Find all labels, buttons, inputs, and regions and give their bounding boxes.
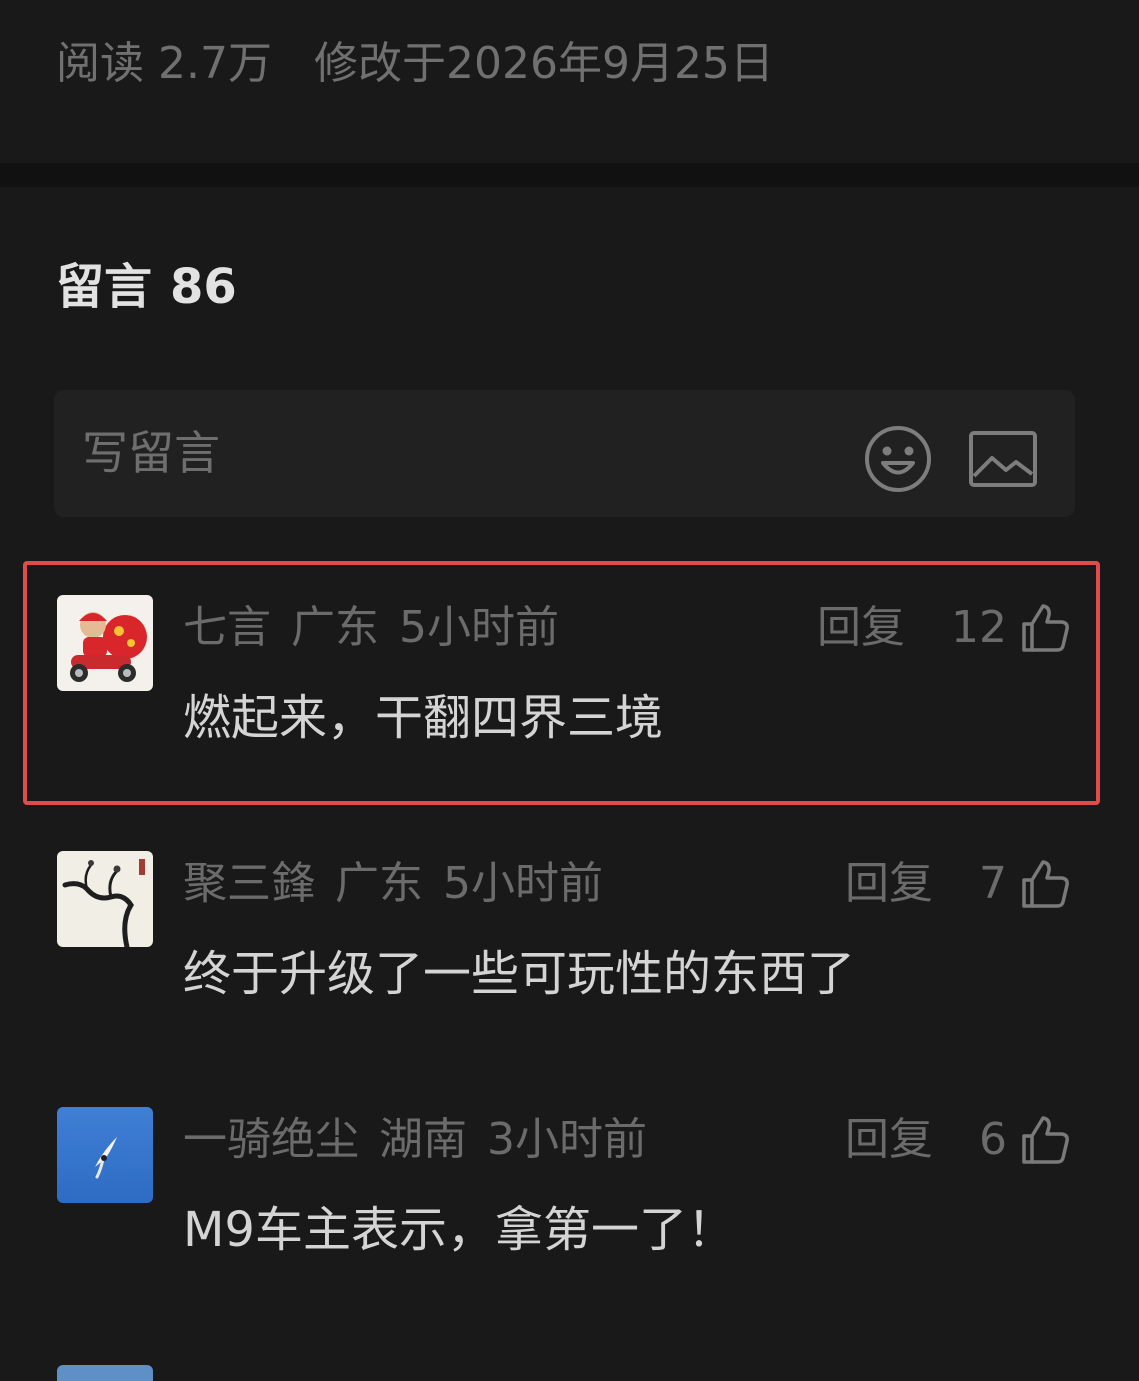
comment-time: 3小时前 [487,1114,647,1165]
comment-text: 燃起来，干翻四界三境 [183,690,664,746]
comment-item: 聚三鋒 广东 5小时前 回复 7 终于升级了一些可玩性的东西了 [0,851,1139,1091]
avatar[interactable] [57,1365,153,1381]
comment-meta: 聚三鋒 广东 5小时前 [183,853,623,915]
reply-button[interactable]: 回复 [817,597,905,659]
comments-header: 留言 86 [56,255,237,319]
read-count: 阅读 2.7万 [56,38,272,89]
comment-author[interactable]: 一骑绝尘 [183,1114,359,1165]
like-count: 7 [979,858,1007,909]
comment-location: 广东 [335,858,423,909]
image-icon[interactable] [968,430,1038,488]
comments-count: 86 [170,259,237,315]
comment-item: 七言 广东 5小时前 回复 12 燃起来，干翻四界三境 [0,595,1139,835]
comment-meta: 七言 广东 5小时前 [183,597,579,659]
article-meta: 阅读 2.7万 修改于2026年9月25日 [56,34,774,94]
comment-actions: 回复 6 [845,1109,1071,1171]
modified-date: 修改于2026年9月25日 [313,38,774,89]
comment-meta: 一骑绝尘 湖南 3小时前 [183,1109,667,1171]
write-comment-box[interactable]: 写留言 [54,390,1075,517]
like-count: 6 [979,1114,1007,1165]
comment-time: 5小时前 [443,858,603,909]
thumbs-up-icon[interactable] [1019,858,1071,910]
comment-actions: 回复 7 [845,853,1071,915]
comment-time: 5小时前 [399,602,559,653]
comment-item: 一骑绝尘 湖南 3小时前 回复 6 M9车主表示，拿第一了！ [0,1107,1139,1347]
avatar[interactable] [57,1107,153,1203]
avatar[interactable] [57,595,153,691]
comment-location: 湖南 [379,1114,467,1165]
comment-location: 广东 [291,602,379,653]
comment-author[interactable]: 聚三鋒 [183,858,315,909]
comment-text: M9车主表示，拿第一了！ [183,1202,735,1258]
write-comment-placeholder[interactable]: 写留言 [82,422,220,484]
comment-author[interactable]: 七言 [183,602,271,653]
comment-text: 终于升级了一些可玩性的东西了 [183,946,856,1002]
reply-button[interactable]: 回复 [845,853,933,915]
smiley-emoji-icon[interactable] [863,424,933,494]
section-divider [0,163,1139,187]
thumbs-up-icon[interactable] [1019,1114,1071,1166]
comment-actions: 回复 12 [817,597,1071,659]
article-meta-bar: 阅读 2.7万 修改于2026年9月25日 [0,0,1139,163]
comments-title: 留言 [56,259,153,315]
thumbs-up-icon[interactable] [1019,602,1071,654]
reply-button[interactable]: 回复 [845,1109,933,1171]
like-count: 12 [951,602,1007,653]
avatar[interactable] [57,851,153,947]
